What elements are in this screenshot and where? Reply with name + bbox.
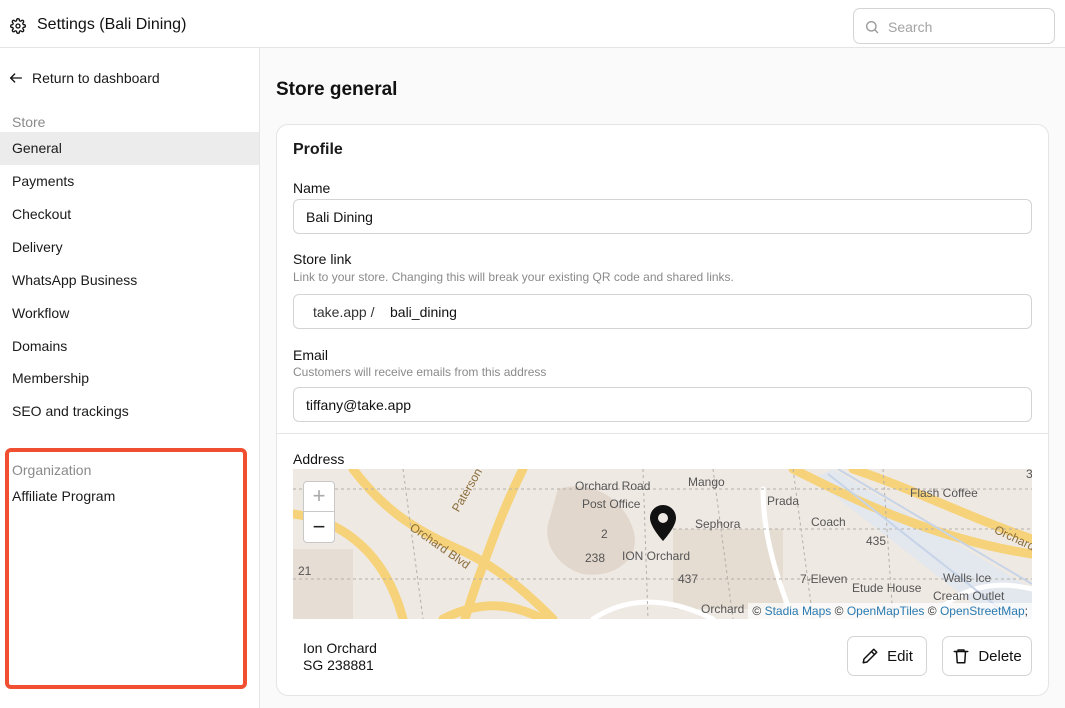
edit-address-button[interactable]: Edit <box>847 636 927 676</box>
store-link-field[interactable]: take.app / <box>293 294 1032 329</box>
email-input[interactable] <box>293 387 1032 422</box>
sidebar-item-delivery[interactable]: Delivery <box>0 231 259 264</box>
address-map[interactable]: + − Orchard Road Post Office Mango Prada… <box>293 469 1032 619</box>
sidebar-item-membership[interactable]: Membership <box>0 362 259 395</box>
map-label: Mango <box>688 475 725 489</box>
map-label: Etude House <box>852 581 922 595</box>
store-link-input[interactable] <box>390 302 990 322</box>
sidebar: Return to dashboard Store General Paymen… <box>0 48 260 708</box>
map-label: Coach <box>811 515 846 529</box>
store-group-label: Store <box>12 114 46 130</box>
stadia-maps-link[interactable]: Stadia Maps <box>765 604 832 618</box>
map-label: Post Office <box>582 497 641 511</box>
sidebar-item-seo-and-trackings[interactable]: SEO and trackings <box>0 395 259 428</box>
search-box[interactable] <box>853 8 1055 44</box>
map-label: Sephora <box>695 517 741 531</box>
sidebar-item-label: General <box>12 140 62 156</box>
store-link-prefix: take.app / <box>313 304 375 320</box>
map-label: Flash Coffee <box>910 486 978 500</box>
page-header-title: Settings (Bali Dining) <box>37 16 187 33</box>
sidebar-item-affiliate-program[interactable]: Affiliate Program <box>0 480 259 513</box>
map-zoom-control: + − <box>303 481 335 543</box>
arrow-left-icon <box>10 73 22 83</box>
map-label: 7-Eleven <box>800 572 848 586</box>
store-link-label: Store link <box>293 251 352 267</box>
sidebar-item-label: Payments <box>12 173 75 189</box>
sidebar-item-label: Delivery <box>12 239 63 255</box>
sidebar-item-workflow[interactable]: Workflow <box>0 297 259 330</box>
map-label: Prada <box>767 494 800 508</box>
profile-title: Profile <box>293 141 343 158</box>
sidebar-item-label: SEO and trackings <box>12 403 129 419</box>
map-label: 437 <box>678 572 699 586</box>
sidebar-item-general[interactable]: General <box>0 132 259 165</box>
map-pin-icon <box>650 505 676 541</box>
page-title: Store general <box>276 79 398 100</box>
sidebar-item-whatsapp-business[interactable]: WhatsApp Business <box>0 264 259 297</box>
search-input[interactable] <box>888 17 1048 37</box>
store-link-help: Link to your store. Changing this will b… <box>293 270 734 284</box>
map-label: 238 <box>585 551 606 565</box>
zoom-in-button[interactable]: + <box>304 482 334 512</box>
trash-icon <box>953 649 969 664</box>
top-bar: Settings (Bali Dining) <box>0 0 1065 48</box>
sidebar-item-label: Domains <box>12 338 68 354</box>
address-label: Address <box>293 451 345 467</box>
openstreetmap-link[interactable]: OpenStreetMap <box>940 604 1025 618</box>
map-label: 3 <box>1026 469 1032 481</box>
map-label: Walls Ice <box>943 571 992 585</box>
name-label: Name <box>293 180 331 196</box>
zoom-out-button[interactable]: − <box>304 513 334 543</box>
sidebar-item-label: Membership <box>12 370 90 386</box>
edit-label: Edit <box>887 647 913 665</box>
sidebar-item-label: Affiliate Program <box>12 488 116 504</box>
sidebar-item-label: WhatsApp Business <box>12 272 138 288</box>
map-label: Cream Outlet <box>933 589 1005 603</box>
sidebar-item-checkout[interactable]: Checkout <box>0 198 259 231</box>
return-to-dashboard-link[interactable]: Return to dashboard <box>8 68 160 88</box>
return-to-dashboard-label: Return to dashboard <box>32 70 160 86</box>
sidebar-item-label: Checkout <box>12 206 72 222</box>
map-label: 2 <box>601 527 608 541</box>
name-input[interactable] <box>293 199 1032 234</box>
map-attribution: © Stadia Maps © OpenMapTiles © OpenStree… <box>748 603 1032 619</box>
map-label: 435 <box>866 534 887 548</box>
email-help: Customers will receive emails from this … <box>293 365 547 379</box>
delete-address-button[interactable]: Delete <box>942 636 1032 676</box>
gear-icon <box>10 18 26 34</box>
organization-group-label: Organization <box>12 462 92 478</box>
map-label: Orchard Road <box>575 479 651 493</box>
pencil-icon <box>862 648 878 664</box>
sidebar-item-payments[interactable]: Payments <box>0 165 259 198</box>
delete-label: Delete <box>978 647 1022 665</box>
main-content: Store general Profile Name Store link Li… <box>260 48 1065 708</box>
map-label: ION Orchard <box>622 549 691 563</box>
profile-card: Profile Name Store link Link to your sto… <box>276 124 1049 696</box>
map-label: Orchard <box>701 602 745 616</box>
email-label: Email <box>293 347 329 363</box>
sidebar-item-domains[interactable]: Domains <box>0 330 259 363</box>
address-line-1: Ion Orchard <box>303 640 377 656</box>
openmaptiles-link[interactable]: OpenMapTiles <box>847 604 925 618</box>
address-text: Ion Orchard SG 238881 <box>303 640 377 674</box>
map-label: 21 <box>298 564 312 578</box>
sidebar-item-label: Workflow <box>12 305 70 321</box>
search-icon <box>866 21 879 34</box>
divider <box>277 433 1048 434</box>
address-line-2: SG 238881 <box>303 657 374 673</box>
